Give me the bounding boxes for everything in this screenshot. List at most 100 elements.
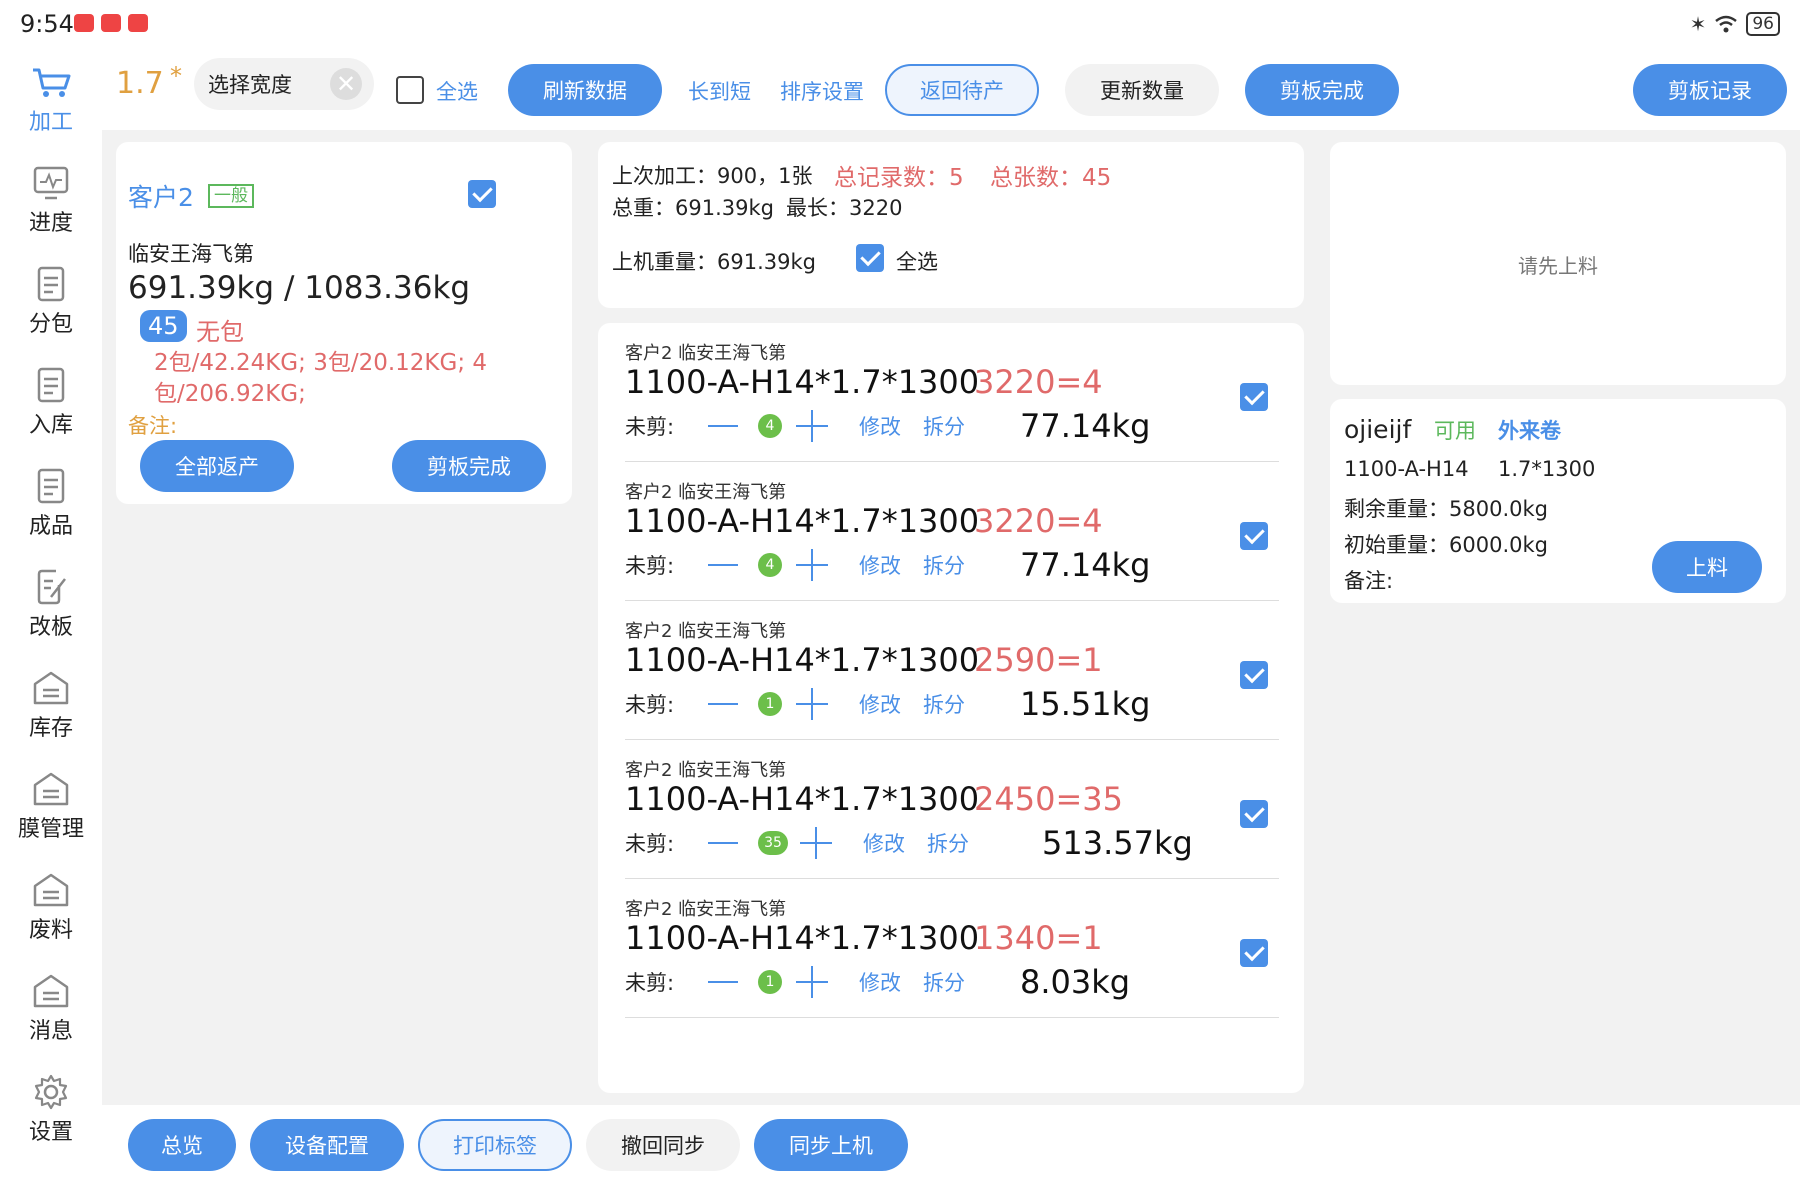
order-row-checkbox[interactable] [1240, 383, 1268, 411]
decrement-button[interactable] [708, 425, 738, 427]
decrement-button[interactable] [708, 703, 738, 705]
select-all-checkbox[interactable] [396, 76, 424, 104]
select-all-label[interactable]: 全选 [436, 76, 478, 106]
increment-button[interactable] [796, 549, 828, 581]
order-row-length-qty: 1340=1 [974, 919, 1103, 957]
decrement-button[interactable] [708, 981, 738, 983]
sidebar-item-3[interactable]: 入库 [0, 367, 102, 457]
sidebar-item-0[interactable]: 加工 [0, 64, 102, 154]
order-row-uncut-label: 未剪: [625, 415, 675, 439]
machine-weight: 上机重量：691.39kg [612, 250, 816, 274]
sort-settings-link[interactable]: 排序设置 [780, 76, 864, 106]
clear-icon[interactable]: ✕ [330, 68, 362, 100]
order-row-length-qty: 3220=4 [974, 502, 1103, 540]
increment-button[interactable] [800, 827, 832, 859]
sidebar-item-2[interactable]: 分包 [0, 266, 102, 356]
order-row-checkbox[interactable] [1240, 939, 1268, 967]
summary-select-all-label[interactable]: 全选 [896, 246, 938, 276]
app-notification-icon [128, 14, 148, 32]
decrement-button[interactable] [708, 842, 738, 844]
coil-source: 外来卷 [1498, 419, 1561, 443]
coil-size: 1.7*1300 [1498, 457, 1596, 481]
sidebar-item-10[interactable]: 设置 [0, 1074, 102, 1164]
order-row-length-qty: 2450=35 [974, 780, 1123, 818]
customer-select-checkbox[interactable] [468, 180, 496, 208]
cut-done-button[interactable]: 剪板完成 [1245, 64, 1399, 116]
sidebar-item-7[interactable]: 膜管理 [0, 771, 102, 861]
order-row-uncut-label: 未剪: [625, 971, 675, 995]
revoke-sync-button[interactable]: 撤回同步 [586, 1119, 740, 1171]
order-row-split-link[interactable]: 拆分 [923, 550, 965, 580]
app-notification-icon [74, 14, 94, 32]
monitor-icon [0, 165, 102, 201]
order-row-spec: 1100-A-H14*1.7*1300 [625, 641, 980, 679]
sidebar-item-4[interactable]: 成品 [0, 468, 102, 558]
sidebar-item-label: 废料 [28, 918, 73, 943]
increment-button[interactable] [796, 688, 828, 720]
order-row-split-link[interactable]: 拆分 [923, 967, 965, 997]
warehouse-icon [0, 670, 102, 706]
order-row-split-link[interactable]: 拆分 [923, 689, 965, 719]
max-length: 最长：3220 [786, 196, 903, 220]
sidebar: 加工进度分包入库成品改板库存膜管理废料消息设置 [0, 50, 102, 1183]
return-all-button[interactable]: 全部返产 [140, 440, 294, 492]
summary-select-all-checkbox[interactable] [856, 244, 884, 272]
warehouse-icon [0, 771, 102, 807]
increment-button[interactable] [796, 410, 828, 442]
order-row-edit-link[interactable]: 修改 [859, 967, 901, 997]
summary-card: 上次加工：900，1张 总记录数：5 总张数：45 总重：691.39kg 最长… [598, 142, 1304, 308]
sidebar-item-6[interactable]: 库存 [0, 670, 102, 760]
order-row-edit-link[interactable]: 修改 [859, 411, 901, 441]
decrement-button[interactable] [708, 564, 738, 566]
customer-tag-badge: 一般 [208, 184, 254, 208]
increment-button[interactable] [796, 966, 828, 998]
order-row-split-link[interactable]: 拆分 [923, 411, 965, 441]
order-row-weight: 77.14kg [1020, 546, 1151, 584]
sidebar-item-9[interactable]: 消息 [0, 973, 102, 1063]
order-row-weight: 8.03kg [1020, 963, 1131, 1001]
customer-card[interactable]: 客户2 一般 临安王海飞第 691.39kg / 1083.36kg 45 无包… [116, 142, 572, 504]
return-pending-button[interactable]: 返回待产 [885, 64, 1039, 116]
customer-cut-done-button[interactable]: 剪板完成 [392, 440, 546, 492]
sidebar-item-label: 成品 [28, 514, 73, 539]
customer-weight: 691.39kg / 1083.36kg [128, 270, 471, 306]
overview-button[interactable]: 总览 [128, 1119, 236, 1171]
coil-initial-weight: 初始重量：6000.0kg [1344, 533, 1548, 557]
order-row-edit-link[interactable]: 修改 [859, 689, 901, 719]
order-row-uncut-label: 未剪: [625, 554, 675, 578]
order-row-checkbox[interactable] [1240, 800, 1268, 828]
order-row-split-link[interactable]: 拆分 [927, 828, 969, 858]
cut-records-button[interactable]: 剪板记录 [1633, 64, 1787, 116]
order-row-edit-link[interactable]: 修改 [863, 828, 905, 858]
remark-label: 备注: [128, 414, 178, 438]
order-row-checkbox[interactable] [1240, 522, 1268, 550]
sync-machine-button[interactable]: 同步上机 [754, 1119, 908, 1171]
order-row-title: 客户2 临安王海飞第 [625, 760, 787, 781]
update-quantity-button[interactable]: 更新数量 [1065, 64, 1219, 116]
order-list-card: 客户2 临安王海飞第 1100-A-H14*1.7*1300 3220=4 未剪: 修改… [598, 323, 1304, 1093]
print-label-button[interactable]: 打印标签 [418, 1119, 572, 1171]
order-row-edit-link[interactable]: 修改 [859, 550, 901, 580]
order-row-uncut-label: 未剪: [625, 832, 675, 856]
warehouse-icon [0, 872, 102, 908]
refresh-button[interactable]: 刷新数据 [508, 64, 662, 116]
coil-remark: 备注: [1344, 569, 1394, 593]
order-row-checkbox[interactable] [1240, 661, 1268, 689]
sidebar-item-label: 改板 [28, 615, 73, 640]
device-config-button[interactable]: 设备配置 [250, 1119, 404, 1171]
order-row-spec: 1100-A-H14*1.7*1300 [625, 363, 980, 401]
order-row-length-qty: 2590=1 [974, 641, 1103, 679]
sidebar-item-8[interactable]: 废料 [0, 872, 102, 962]
row-divider [625, 1017, 1279, 1018]
sheet-count-badge: 45 [140, 310, 187, 342]
row-divider [625, 461, 1279, 462]
sidebar-item-1[interactable]: 进度 [0, 165, 102, 255]
sidebar-item-5[interactable]: 改板 [0, 569, 102, 659]
document-icon [0, 266, 102, 302]
bluetooth-icon: ✶ [1689, 12, 1707, 36]
width-select[interactable]: 选择宽度 ✕ [194, 58, 374, 110]
width-select-placeholder: 选择宽度 [208, 73, 292, 97]
load-button[interactable]: 上料 [1652, 541, 1762, 593]
coil-card[interactable]: ojieijf 可用 外来卷 1100-A-H14 1.7*1300 剩余重量：… [1330, 399, 1786, 603]
sort-long-to-short-link[interactable]: 长到短 [688, 76, 751, 106]
